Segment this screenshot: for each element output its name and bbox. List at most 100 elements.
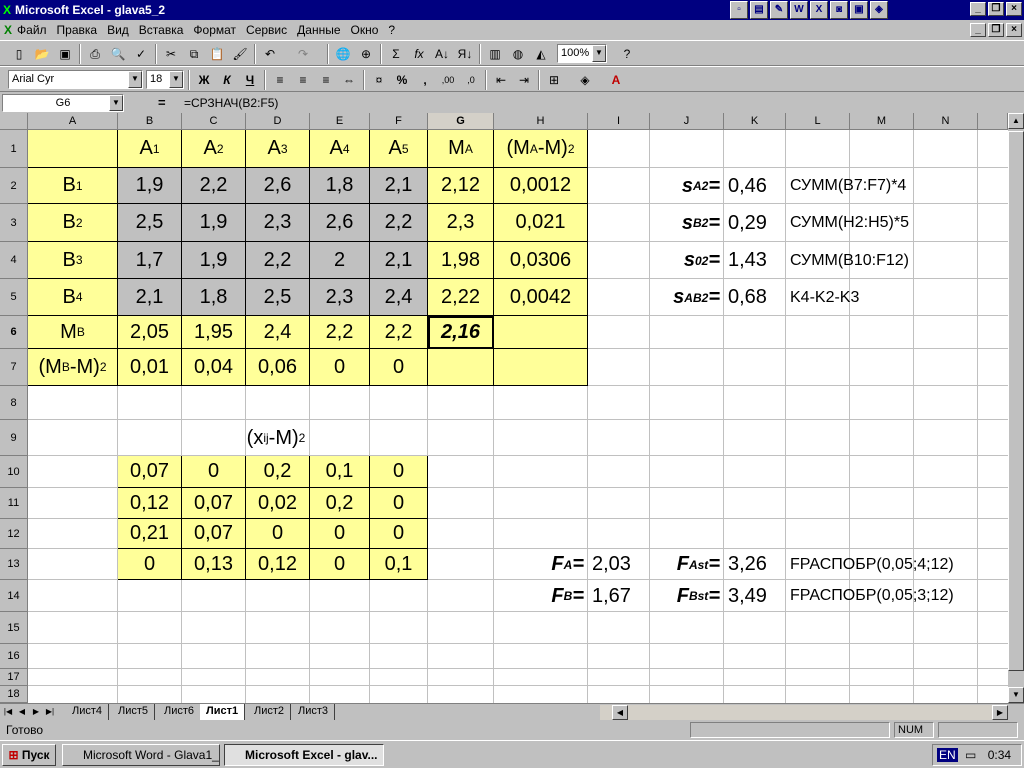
increase-decimal-icon[interactable]: ,00 [437,70,459,90]
cell-E11[interactable]: 0,2 [310,488,370,519]
cell-J5[interactable]: s AB 2 = [650,279,724,316]
cell-J4[interactable]: s 0 2 = [650,242,724,279]
row-header[interactable]: 13 [0,549,28,580]
undo-icon[interactable]: ↶ [259,44,281,64]
column-header[interactable]: D [246,113,310,130]
row-header[interactable]: 1 [0,130,28,168]
cut-icon[interactable]: ✂ [160,44,182,64]
decrease-decimal-icon[interactable]: ,0 [460,70,482,90]
cell-B4[interactable]: 1,7 [118,242,182,279]
cell-C1[interactable]: A2 [182,130,246,168]
cell-A3[interactable]: B2 [28,204,118,242]
cell-L14[interactable]: FРАСПОБР(0,05;3;12) [786,580,996,612]
formula-input[interactable]: =СРЗНАЧ(B2:F5) [184,96,278,110]
task-excel[interactable]: Microsoft Excel - glav... [224,744,384,766]
row-header[interactable]: 5 [0,279,28,316]
cell-F10[interactable]: 0 [370,456,428,488]
cell-I14[interactable]: 1,67 [588,580,650,612]
cell-E7[interactable]: 0 [310,349,370,386]
shortcut-icon[interactable]: ◈ [870,1,888,19]
cell-D13[interactable]: 0,12 [246,549,310,580]
sort-desc-icon[interactable]: Я↓ [454,44,476,64]
cell-C10[interactable]: 0 [182,456,246,488]
cell-B7[interactable]: 0,01 [118,349,182,386]
column-header[interactable]: G [428,113,494,130]
menu-insert[interactable]: Вставка [134,23,189,37]
cell-E3[interactable]: 2,6 [310,204,370,242]
scroll-thumb[interactable] [1008,131,1024,671]
column-header[interactable]: A [28,113,118,130]
menu-format[interactable]: Формат [188,23,241,37]
cell-C13[interactable]: 0,13 [182,549,246,580]
cell-D10[interactable]: 0,2 [246,456,310,488]
cell-E13[interactable]: 0 [310,549,370,580]
cell-E2[interactable]: 1,8 [310,168,370,204]
cell-E4[interactable]: 2 [310,242,370,279]
cell-F13[interactable]: 0,1 [370,549,428,580]
redo-icon[interactable]: ↷ [292,44,314,64]
row-header[interactable]: 7 [0,349,28,386]
sheet-tab-list3[interactable]: Лист3 [292,704,336,720]
cell-G5[interactable]: 2,22 [428,279,494,316]
sheet-tab-list2[interactable]: Лист2 [248,704,292,720]
bold-icon[interactable]: Ж [193,70,215,90]
spelling-icon[interactable]: ✓ [130,44,152,64]
cell-C12[interactable]: 0,07 [182,519,246,549]
underline-icon[interactable]: Ч [239,70,261,90]
word-icon[interactable]: W [790,1,808,19]
worksheet-grid[interactable]: A B C D E F G H I J K L M N 1 2 3 4 5 6 7 8 9 10 1… [0,113,1008,703]
cell-F6[interactable]: 2,2 [370,316,428,349]
menu-view[interactable]: Вид [102,23,134,37]
cell-D1[interactable]: A3 [246,130,310,168]
cell-L2[interactable]: СУММ(B7:F7)*4 [786,168,986,204]
row-header[interactable]: 10 [0,456,28,488]
preview-icon[interactable]: 🔍 [107,44,129,64]
cell-K13[interactable]: 3,26 [724,549,786,580]
chevron-down-icon[interactable]: ▼ [109,95,123,111]
paste-icon[interactable]: 📋 [206,44,228,64]
menu-edit[interactable]: Правка [52,23,103,37]
column-header[interactable]: H [494,113,588,130]
column-header[interactable]: E [310,113,370,130]
cell-C6[interactable]: 1,95 [182,316,246,349]
cell-H5[interactable]: 0,0042 [494,279,588,316]
cell-C2[interactable]: 2,2 [182,168,246,204]
merge-center-icon[interactable]: ⇔ [338,70,360,90]
minimize-icon[interactable]: _ [970,2,986,16]
shortcut-icon[interactable]: ◙ [830,1,848,19]
row-header[interactable]: 4 [0,242,28,279]
row-header[interactable]: 3 [0,204,28,242]
next-sheet-icon[interactable]: ▶ [30,705,42,719]
cell-I13[interactable]: 2,03 [588,549,650,580]
column-header[interactable]: F [370,113,428,130]
shortcut-icon[interactable]: ▫ [730,1,748,19]
align-left-icon[interactable]: ≡ [269,70,291,90]
row-header[interactable]: 18 [0,686,28,703]
row-header[interactable]: 2 [0,168,28,204]
cell-H4[interactable]: 0,0306 [494,242,588,279]
task-word[interactable]: Microsoft Word - Glava1_5 [62,744,220,766]
autosum-icon[interactable]: Σ [385,44,407,64]
cell-D2[interactable]: 2,6 [246,168,310,204]
cell-D11[interactable]: 0,02 [246,488,310,519]
scroll-down-icon[interactable]: ▼ [1008,687,1024,703]
cell-H7[interactable] [494,349,588,386]
vertical-scrollbar[interactable]: ▲ ▼ [1008,113,1024,703]
cell-C3[interactable]: 1,9 [182,204,246,242]
cell-F12[interactable]: 0 [370,519,428,549]
chevron-down-icon[interactable]: ▼ [128,71,142,88]
indent-icon[interactable]: ⇥ [513,70,535,90]
format-painter-icon[interactable]: 🖌 [229,44,251,64]
scroll-up-icon[interactable]: ▲ [1008,113,1024,129]
prev-sheet-icon[interactable]: ◀ [16,705,28,719]
row-header[interactable]: 14 [0,580,28,612]
web-toolbar-icon[interactable]: ⊕ [355,44,377,64]
cell-K2[interactable]: 0,46 [724,168,786,204]
cell-J14[interactable]: F Bst = [650,580,724,612]
row-header[interactable]: 6 [0,316,28,349]
cell-E12[interactable]: 0 [310,519,370,549]
cell-H6[interactable] [494,316,588,349]
column-header[interactable]: L [786,113,850,130]
font-size-select[interactable]: 18 ▼ [146,70,184,89]
open-icon[interactable]: 📂 [31,44,53,64]
